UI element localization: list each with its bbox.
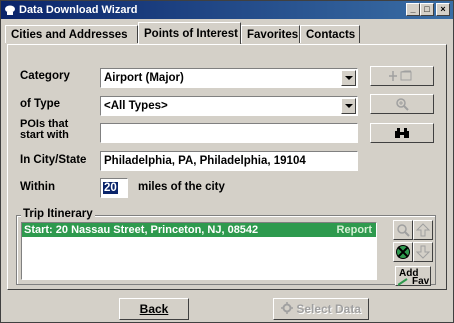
itinerary-row[interactable]: Start: 20 Nassau Street, Princeton, NJ, … — [22, 223, 376, 237]
category-value: Airport (Major) — [104, 72, 184, 84]
add-to-itinerary-icon — [389, 70, 412, 81]
city-state-input[interactable]: Philadelphia, PA, Philadelphia, 19104 — [100, 151, 358, 171]
close-button[interactable]: × — [436, 3, 450, 16]
delete-stop-icon — [396, 245, 410, 259]
move-up-button[interactable] — [413, 220, 433, 240]
add-to-itinerary-button[interactable] — [370, 66, 434, 86]
within-value: 20 — [103, 182, 118, 194]
trip-itinerary-label: Trip Itinerary — [21, 208, 95, 220]
add-favorite-icon — [398, 278, 408, 286]
data-download-wizard-window: Data Download Wizard _ □ × Cities and Ad… — [0, 0, 454, 323]
app-icon — [5, 5, 15, 15]
chevron-down-icon[interactable] — [341, 98, 356, 114]
within-miles-input[interactable]: 20 — [100, 178, 128, 198]
category-select[interactable]: Airport (Major) — [100, 68, 358, 88]
within-label: Within — [20, 181, 56, 193]
binoculars-icon — [395, 128, 409, 138]
window-title: Data Download Wizard — [19, 4, 138, 16]
type-label: of Type — [20, 98, 61, 110]
find-button[interactable] — [370, 123, 434, 143]
tab-contacts[interactable]: Contacts — [300, 25, 360, 43]
itinerary-list[interactable]: Start: 20 Nassau Street, Princeton, NJ, … — [21, 222, 377, 280]
zoom-button[interactable] — [370, 94, 434, 114]
move-down-button[interactable] — [413, 242, 433, 262]
select-data-button[interactable]: Select Data — [273, 298, 369, 320]
zoom-icon — [397, 224, 410, 237]
tab-favorites[interactable]: Favorites — [241, 25, 300, 43]
gear-icon — [280, 302, 293, 314]
add-favorite-button[interactable]: Add Fav — [395, 266, 431, 287]
pois-label: POIs that start with — [20, 119, 69, 141]
zoom-stop-button[interactable] — [393, 220, 413, 240]
title-bar[interactable]: Data Download Wizard _ □ × — [1, 1, 453, 19]
select-data-label: Select Data — [296, 302, 362, 316]
pois-start-with-input[interactable] — [100, 123, 358, 143]
minimize-button[interactable]: _ — [406, 3, 420, 16]
report-link[interactable]: Report — [337, 223, 372, 237]
trip-itinerary-group: Trip Itinerary Start: 20 Nassau Street, … — [16, 208, 436, 287]
arrow-up-icon — [415, 223, 431, 237]
arrow-down-icon — [415, 245, 431, 259]
chevron-down-icon[interactable] — [341, 70, 356, 86]
back-label: Back — [139, 302, 169, 316]
maximize-button[interactable]: □ — [420, 3, 434, 16]
pois-label-line2: start with — [20, 129, 69, 141]
type-value: <All Types> — [104, 100, 168, 112]
itinerary-start-text: Start: 20 Nassau Street, Princeton, NJ, … — [24, 224, 259, 236]
within-units-label: miles of the city — [138, 181, 225, 193]
category-label: Category — [20, 70, 70, 82]
points-of-interest-panel: Category Airport (Major) of Type <All Ty… — [7, 44, 447, 290]
add-fav-line2: Fav — [412, 276, 430, 287]
zoom-icon — [396, 98, 409, 111]
tab-points-of-interest[interactable]: Points of Interest — [138, 22, 241, 44]
tab-cities-and-addresses[interactable]: Cities and Addresses — [5, 25, 138, 43]
type-select[interactable]: <All Types> — [100, 96, 358, 116]
back-button[interactable]: Back — [119, 298, 189, 320]
delete-stop-button[interactable] — [393, 242, 413, 262]
city-state-label: In City/State — [20, 154, 87, 166]
